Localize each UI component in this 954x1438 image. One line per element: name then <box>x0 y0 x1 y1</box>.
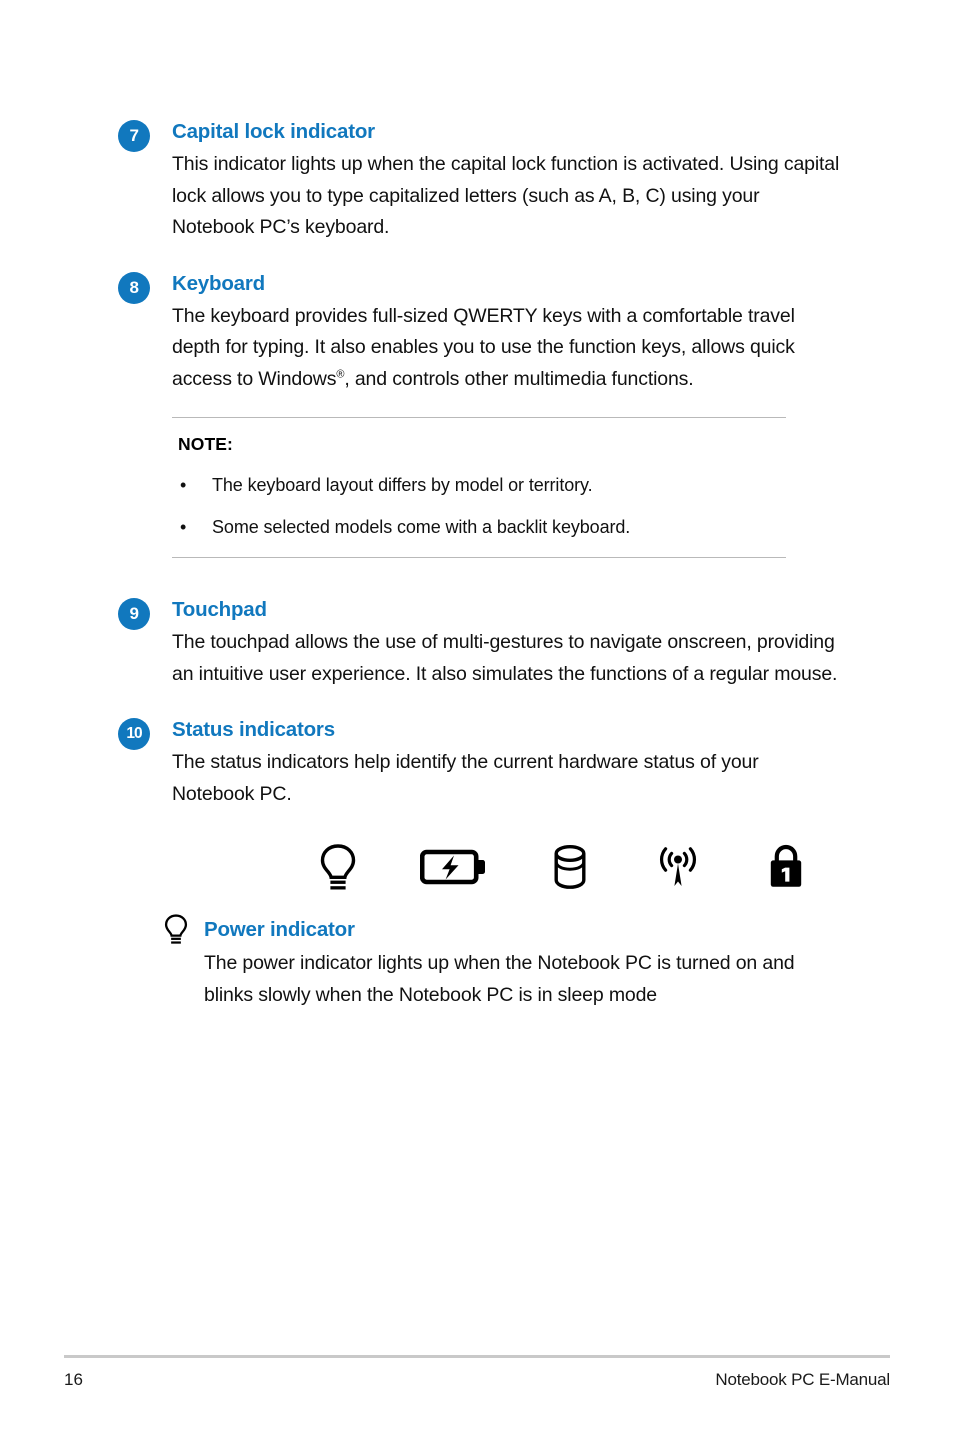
subsection-power-indicator: Power indicator The power indicator ligh… <box>118 914 844 1011</box>
subsection-body: The power indicator lights up when the N… <box>204 952 795 1006</box>
note-box: NOTE: • The keyboard layout differs by m… <box>172 417 786 558</box>
battery-charge-indicator-icon <box>418 839 490 895</box>
section-number-badge: 10 <box>118 718 150 750</box>
drive-activity-indicator-icon <box>542 839 598 895</box>
power-indicator-icon <box>162 914 190 944</box>
manual-page: 7 Capital lock indicator This indicator … <box>0 0 954 1438</box>
section-status-indicators: 10 Status indicators The status indicato… <box>118 716 844 810</box>
section-body: The status indicators help identify the … <box>172 751 759 805</box>
list-item: • The keyboard layout differs by model o… <box>172 471 786 499</box>
section-number-badge: 9 <box>118 598 150 630</box>
section-title: Keyboard <box>172 271 265 295</box>
section-keyboard: 8 Keyboard The keyboard provides full-si… <box>118 270 844 396</box>
section-title: Touchpad <box>172 598 267 621</box>
page-content: 7 Capital lock indicator This indicator … <box>118 118 844 1011</box>
section-touchpad: 9 Touchpad The touchpad allows the use o… <box>118 596 844 690</box>
status-indicator-icon-strip <box>118 836 844 898</box>
note-list: • The keyboard layout differs by model o… <box>172 471 786 541</box>
section-number-badge: 8 <box>118 271 150 304</box>
bullet-icon: • <box>180 475 187 495</box>
section-body-part-2: , and controls other multimedia function… <box>344 367 694 390</box>
bluetooth-wireless-indicator-icon <box>650 839 706 895</box>
page-number: 16 <box>64 1370 83 1389</box>
section-body: The touchpad allows the use of multi-ges… <box>172 631 838 685</box>
manual-title: Notebook PC E-Manual <box>715 1370 890 1389</box>
list-item: • Some selected models come with a backl… <box>172 513 786 541</box>
section-body: This indicator lights up when the capita… <box>172 153 840 238</box>
list-item-label: The keyboard layout differs by model or … <box>212 475 593 495</box>
bullet-icon: • <box>180 517 187 537</box>
note-title: NOTE: <box>178 434 233 454</box>
power-indicator-icon <box>310 839 366 895</box>
section-body: The keyboard provides full-sized QWERTY … <box>172 301 844 396</box>
list-item-label: Some selected models come with a backlit… <box>212 517 631 537</box>
capital-lock-indicator-icon <box>758 839 814 895</box>
section-title: Capital lock indicator <box>172 120 375 143</box>
section-capital-lock-indicator: 7 Capital lock indicator This indicator … <box>118 118 844 244</box>
subsection-title: Power indicator <box>204 918 355 941</box>
section-number-badge: 7 <box>118 120 150 152</box>
section-title: Status indicators <box>172 718 335 741</box>
page-footer: 16 Notebook PC E-Manual <box>64 1355 890 1390</box>
